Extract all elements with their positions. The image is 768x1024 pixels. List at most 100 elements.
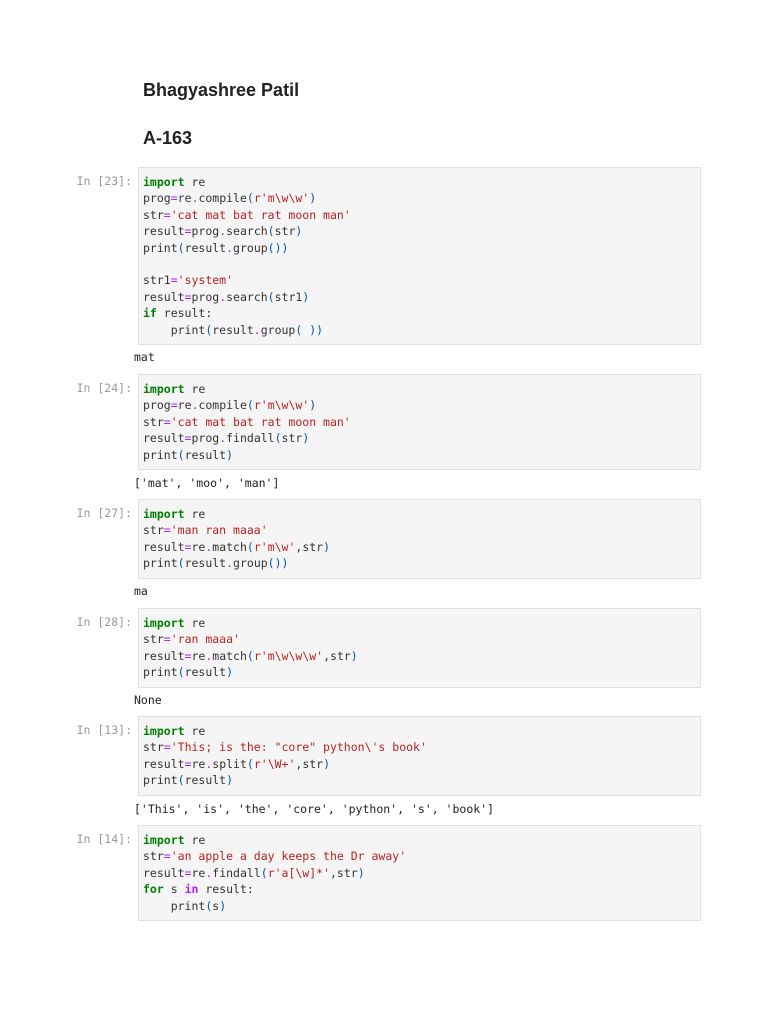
code-token: = [163, 414, 171, 429]
code-token: ,str [295, 756, 324, 771]
code-input-area[interactable]: import re prog=re.compile(r'm\w\w') str='c… [138, 374, 701, 470]
code-token: = [170, 273, 178, 288]
code-token: print [143, 556, 178, 571]
roll-number-heading: A-163 [143, 128, 193, 148]
code-line: import re [143, 723, 696, 739]
code-token: ( [246, 648, 254, 663]
code-token: match [212, 648, 247, 663]
code-token: group [260, 322, 296, 337]
code-token: prog [191, 224, 220, 239]
code-line: prog=re.compile(r'm\w\w') [143, 190, 696, 206]
code-token: ,str [323, 648, 351, 663]
code-line: print(result) [143, 664, 696, 680]
code-token: ( [177, 773, 185, 788]
code-token: print [143, 898, 206, 913]
code-token: ) [226, 665, 234, 680]
code-token: re [177, 398, 192, 413]
code-token: ) [226, 447, 234, 462]
code-token: prog [143, 191, 171, 206]
code-token: re [184, 833, 206, 847]
cell-output: ['mat', 'moo', 'man'] [134, 476, 280, 490]
code-token: result [143, 289, 185, 304]
code-token: ) [323, 756, 331, 771]
code-token: result [143, 539, 185, 554]
code-token: 'ran maaa' [170, 632, 240, 647]
code-line: print(result.group()) [143, 555, 696, 571]
code-line: print(result.group()) [143, 240, 696, 256]
code-token: result [143, 756, 185, 771]
code-token: 'system' [177, 273, 234, 288]
code-line: str='man ran maaa' [143, 522, 696, 538]
code-line: result=prog.search(str) [143, 223, 696, 239]
code-input-area[interactable]: import re prog=re.compile(r'm\w\w') str = 'c… [138, 167, 701, 345]
code-line: import re [143, 832, 696, 848]
code-token: group [233, 556, 268, 571]
code-token: ( [267, 224, 275, 239]
code-token: result: [156, 306, 213, 321]
code-token: = [163, 632, 171, 647]
cell-output: ['This', 'is', 'the', 'core', 'python', … [134, 802, 495, 816]
code-token: prog [143, 398, 171, 413]
code-token: str [143, 523, 164, 538]
code-line: print(result) [143, 447, 696, 463]
code-token: import [143, 382, 185, 396]
code-token: ( [177, 447, 185, 462]
code-token: str [143, 849, 164, 864]
code-token: result [143, 431, 185, 446]
input-prompt: In [24]: [76, 381, 132, 395]
code-token: str [274, 224, 296, 239]
code-input-area[interactable]: import re str='man ran maaa' result=re.mat… [138, 499, 701, 579]
code-token: ) [295, 224, 303, 239]
code-line: str='ran maaa' [143, 631, 696, 647]
code-token: prog [191, 431, 220, 446]
code-token: ) [226, 773, 234, 788]
input-prompt: In [14]: [76, 832, 132, 846]
code-token: . [253, 322, 261, 337]
code-token: ) [309, 191, 317, 206]
code-token: result: [198, 882, 254, 897]
input-prompt: In [27]: [76, 506, 132, 520]
code-token: ,str [330, 865, 358, 880]
code-line: if result: [143, 305, 696, 321]
code-token: 'cat mat bat rat moon man' [170, 414, 351, 429]
code-token: re [191, 756, 206, 771]
code-token: re [184, 175, 206, 189]
code-token: r'm\w\w' [253, 191, 310, 206]
code-token: result [143, 865, 185, 880]
code-token: ()) [267, 240, 289, 255]
code-input-area[interactable]: import re str='ran maaa' result=re.match(r… [138, 608, 701, 688]
code-line: result=prog.findall(str) [143, 430, 696, 446]
code-input-area[interactable]: import re str='This; is the: "core" pytho… [138, 716, 701, 796]
code-input-area[interactable]: import re str='an apple a day keeps the D… [138, 825, 701, 921]
code-token: ( [177, 665, 185, 680]
code-token: print [143, 322, 206, 337]
code-token: ) [219, 898, 227, 913]
input-prompt: In [23]: [76, 174, 132, 188]
code-token: ( [246, 539, 254, 554]
cell-output: ma [134, 584, 148, 598]
code-token: print [143, 773, 178, 788]
code-token: import [143, 724, 185, 738]
code-token: match [212, 539, 247, 554]
code-token: 'cat mat bat rat moon man' [170, 207, 351, 222]
code-token: ) [357, 865, 365, 880]
code-token: import [143, 175, 185, 189]
code-line: import re [143, 381, 696, 397]
code-line: for s in result: [143, 881, 696, 897]
code-token: result [184, 665, 227, 680]
code-token: print [143, 240, 178, 255]
code-token: = [163, 849, 171, 864]
code-line: result=re.split(r'\W+',str) [143, 756, 696, 772]
code-token: compile [198, 398, 247, 413]
code-token: in [184, 882, 199, 897]
code-token: ) [350, 648, 358, 663]
code-line: str='This; is the: "core" python\'s book… [143, 739, 696, 755]
code-token: group [233, 240, 268, 255]
code-token: r'm\w' [253, 539, 296, 554]
code-token: search [226, 289, 268, 304]
code-token: import [143, 833, 185, 847]
code-token: str [281, 431, 303, 446]
code-line: import re [143, 615, 696, 631]
code-line: print(s) [143, 898, 696, 914]
code-line: print(result.group( )) [143, 322, 696, 338]
